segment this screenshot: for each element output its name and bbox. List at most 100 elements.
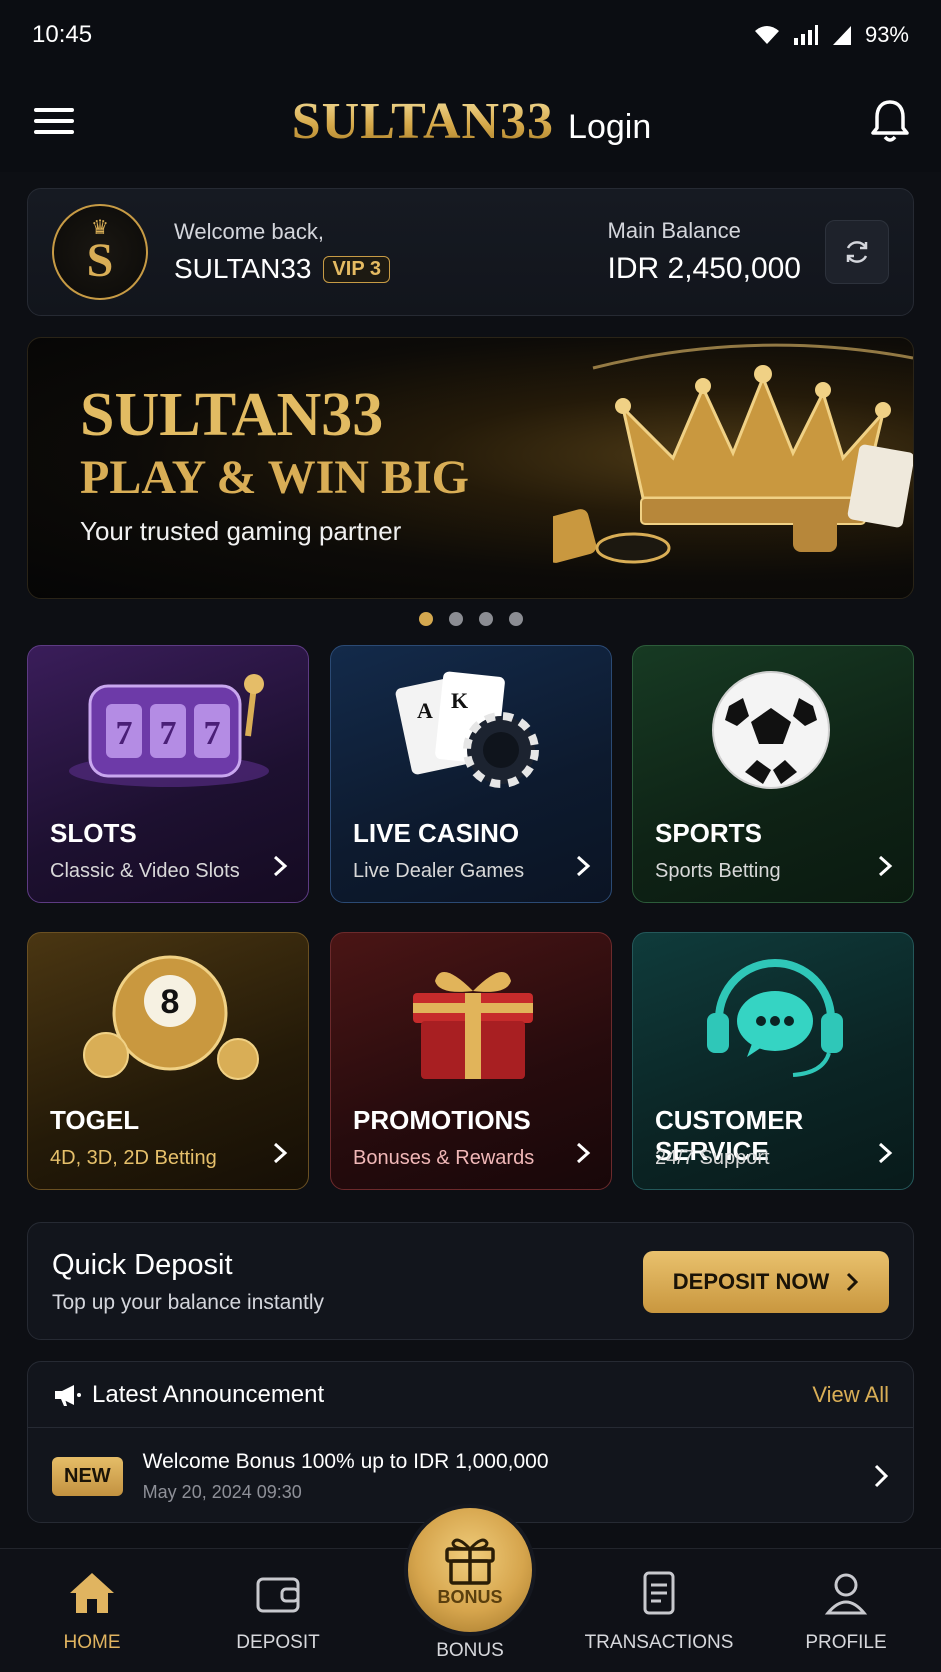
svg-text:7: 7 (116, 715, 133, 752)
svg-text:7: 7 (160, 715, 177, 752)
tile-subtitle: Live Dealer Games (353, 860, 525, 882)
chevron-right-icon (847, 1272, 859, 1292)
quick-deposit-title: Quick Deposit (52, 1249, 233, 1281)
balance: Main Balance IDR 2,450,000 (608, 218, 801, 286)
eight-ball-icon: 8 (83, 955, 259, 1080)
signal-icon (793, 25, 818, 45)
brand-logo: SULTAN33 (291, 92, 555, 150)
login-link[interactable]: Login (568, 108, 651, 147)
svg-text:K: K (451, 688, 468, 713)
tile-togel[interactable]: 8 TOGEL 4D, 3D, 2D Betting (27, 932, 309, 1190)
tile-subtitle: 4D, 3D, 2D Betting (50, 1147, 217, 1169)
nav-home-label: HOME (63, 1632, 121, 1653)
tile-title: SLOTS (50, 818, 137, 848)
svg-text:7: 7 (204, 715, 221, 752)
announcement-header: Latest Announcement View All (28, 1362, 913, 1428)
carousel-dots (0, 612, 941, 626)
quick-deposit-subtitle: Top up your balance instantly (52, 1291, 325, 1314)
receipt-icon (643, 1571, 675, 1615)
cell-signal-icon (832, 26, 851, 45)
tile-slots[interactable]: 7 7 7 SLOTS Classic & Video Slots (27, 645, 309, 903)
welcome-user: SULTAN33 VIP 3 (174, 253, 608, 285)
soccer-ball-icon (712, 671, 830, 789)
welcome-card: ♛ S Welcome back, SULTAN33 VIP 3 Main Ba… (27, 188, 914, 316)
bonus-button-text: BONUS (437, 1586, 503, 1607)
welcome-text: Welcome back, SULTAN33 VIP 3 (174, 219, 608, 285)
nav-bonus-label: BONUS (436, 1640, 504, 1661)
nav-profile-label: PROFILE (805, 1632, 887, 1653)
deposit-now-label: DEPOSIT NOW (672, 1269, 830, 1294)
nav-transactions[interactable]: TRANSACTIONS (579, 1569, 739, 1654)
chevron-right-icon (878, 855, 893, 877)
wallet-icon (256, 1577, 300, 1613)
tile-sports[interactable]: SPORTS Sports Betting (632, 645, 914, 903)
refresh-icon (846, 241, 868, 263)
user-icon (824, 1573, 868, 1615)
chevron-right-icon (273, 855, 288, 877)
nav-profile[interactable]: PROFILE (766, 1569, 926, 1654)
tile-subtitle: Bonuses & Rewards (353, 1147, 535, 1169)
welcome-greeting: Welcome back, (174, 219, 324, 244)
announcement-text: Welcome Bonus 100% up to IDR 1,000,000 M… (143, 1450, 873, 1503)
chevron-right-icon (576, 855, 591, 877)
menu-icon[interactable] (34, 101, 74, 141)
wifi-icon (754, 26, 779, 44)
bell-icon[interactable] (869, 98, 911, 144)
new-badge: NEW (52, 1456, 123, 1496)
nav-deposit[interactable]: DEPOSIT (198, 1569, 358, 1654)
tile-customer-service[interactable]: CUSTOMER SERVICE 24/7 Support (632, 932, 914, 1190)
home-icon (70, 1573, 114, 1613)
status-time: 10:45 (32, 21, 93, 48)
gift-icon (445, 1538, 495, 1585)
view-all-link[interactable]: View All (812, 1382, 889, 1408)
brand: SULTAN33 Login (292, 92, 652, 151)
megaphone-icon (55, 1384, 81, 1406)
chevron-right-icon (878, 1142, 893, 1164)
nav-home[interactable]: HOME (12, 1569, 172, 1654)
carousel-dot[interactable] (478, 612, 493, 626)
crown-illustration (553, 343, 913, 564)
svg-text:A: A (417, 698, 433, 723)
tile-title: SPORTS (655, 818, 762, 848)
banner-headline: PLAY & WIN BIG (80, 451, 469, 504)
quick-deposit-card: Quick Deposit Top up your balance instan… (27, 1222, 914, 1340)
chevron-right-icon (273, 1142, 288, 1164)
gift-icon (413, 972, 533, 1079)
tile-promotions[interactable]: PROMOTIONS Bonuses & Rewards (330, 932, 612, 1190)
balance-label: Main Balance (607, 218, 741, 243)
bonus-button[interactable]: BONUS (404, 1504, 536, 1636)
promo-banner[interactable]: SULTAN33 PLAY & WIN BIG Your trusted gam… (27, 337, 914, 599)
status-icons: 93% (753, 22, 909, 48)
tile-subtitle: 24/7 Support (655, 1147, 770, 1169)
deposit-now-button[interactable]: DEPOSIT NOW (643, 1251, 889, 1313)
carousel-dot[interactable] (418, 612, 433, 626)
vip-badge: VIP 3 (323, 255, 391, 283)
nav-deposit-label: DEPOSIT (236, 1632, 320, 1653)
banner-tagline: Your trusted gaming partner (80, 516, 402, 546)
tile-title: PROMOTIONS (353, 1105, 531, 1135)
chevron-right-icon (576, 1142, 591, 1164)
tile-title: LIVE CASINO (353, 818, 520, 848)
chevron-right-icon (874, 1464, 889, 1488)
banner-title: SULTAN33 (80, 381, 384, 449)
slot-machine-icon: 7 7 7 (69, 674, 269, 787)
svg-text:8: 8 (161, 983, 180, 1021)
carousel-dot[interactable] (508, 612, 523, 626)
avatar-monogram: S (86, 234, 114, 287)
carousel-dot[interactable] (448, 612, 463, 626)
tile-subtitle: Sports Betting (655, 860, 781, 882)
username: SULTAN33 (174, 253, 312, 284)
headset-icon (707, 959, 843, 1077)
avatar: ♛ S (52, 204, 148, 300)
tile-live-casino[interactable]: A K LIVE CASINO Live Dealer Games (330, 645, 612, 903)
announcement-date: May 20, 2024 09:30 (142, 1481, 302, 1502)
app-bar: SULTAN33 Login (0, 70, 941, 172)
announcement-message: Welcome Bonus 100% up to IDR 1,000,000 (142, 1449, 549, 1473)
status-bar: 10:45 93% (0, 0, 941, 70)
battery-level: 93% (864, 22, 909, 47)
balance-value: IDR 2,450,000 (607, 252, 801, 285)
tile-title: TOGEL (50, 1105, 140, 1135)
tile-subtitle: Classic & Video Slots (50, 860, 240, 882)
cards-chip-icon: A K (395, 671, 539, 788)
refresh-button[interactable] (825, 220, 889, 284)
